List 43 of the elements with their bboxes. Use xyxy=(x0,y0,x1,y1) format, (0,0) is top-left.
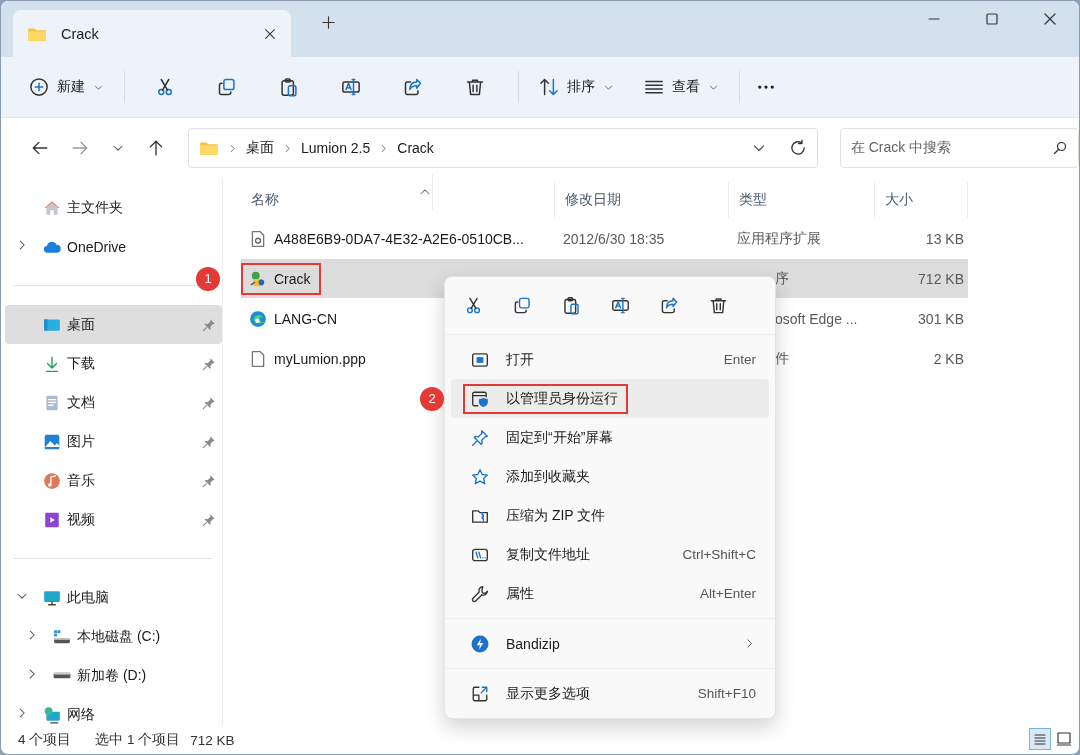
step-badge: 1 xyxy=(196,266,220,291)
menu-label: 打开 xyxy=(506,350,534,369)
file-name: Crack xyxy=(274,270,311,287)
item-count: 4 个项目 xyxy=(18,731,72,749)
shortcut: Ctrl+Shift+C xyxy=(682,547,756,562)
sidebar-label: 音乐 xyxy=(67,471,95,490)
sidebar-label: 下载 xyxy=(67,354,95,373)
menu-label: 固定到“开始”屏幕 xyxy=(506,428,614,447)
menu-label: 复制文件地址 xyxy=(506,545,590,564)
tab-title: Crack xyxy=(61,25,100,42)
shortcut: Enter xyxy=(723,352,756,367)
selection-info: 选中 1 个项目 xyxy=(95,731,181,749)
sidebar-label: 图片 xyxy=(67,432,95,451)
sidebar-label: 网络 xyxy=(67,705,95,724)
sidebar-label: OneDrive xyxy=(67,238,127,255)
table-cell-text: 2012/6/30 18:35 xyxy=(562,230,666,247)
shortcut: Alt+Enter xyxy=(700,586,756,601)
file-name: myLumion.ppp xyxy=(274,350,366,367)
menu-label: 压缩为 ZIP 文件 xyxy=(506,506,606,525)
sidebar-label: 新加卷 (D:) xyxy=(77,666,147,685)
table-cell-text: 2 KB xyxy=(932,350,965,367)
table-cell-text: 13 KB xyxy=(924,230,965,247)
sidebar-label: 视频 xyxy=(67,510,95,529)
sidebar-label: 桌面 xyxy=(67,315,95,334)
sidebar-label: 主文件夹 xyxy=(67,198,123,217)
table-cell-text: 应用程序扩展 xyxy=(736,229,822,248)
shortcut: Shift+F10 xyxy=(697,686,756,701)
sidebar-label: 文档 xyxy=(67,393,95,412)
sidebar-label: 本地磁盘 (C:) xyxy=(77,627,161,646)
selection-size: 712 KB xyxy=(190,732,235,748)
menu-label: 属性 xyxy=(506,584,534,603)
menu-label: Bandizip xyxy=(506,635,560,652)
table-cell: 序 xyxy=(775,269,789,288)
table-cell-text: 712 KB xyxy=(917,270,965,287)
menu-label: 以管理员身份运行 xyxy=(506,389,618,408)
menu-label: 显示更多选项 xyxy=(506,684,590,703)
menu-label: 添加到收藏夹 xyxy=(506,467,590,486)
sidebar-label: 此电脑 xyxy=(67,588,109,607)
table-cell-text: 301 KB xyxy=(917,310,965,327)
file-name: A488E6B9-0DA7-4E32-A2E6-0510CB... xyxy=(274,230,524,247)
table-cell: 件 xyxy=(775,349,789,368)
file-name: LANG-CN xyxy=(274,310,337,327)
table-cell: osoft Edge ... xyxy=(775,310,858,327)
